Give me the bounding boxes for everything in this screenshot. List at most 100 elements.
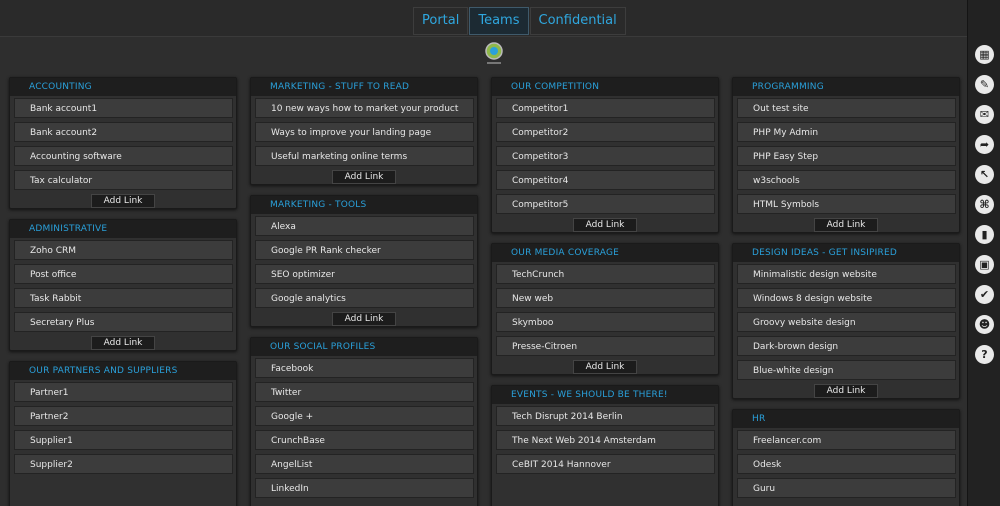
help-icon[interactable]: ?	[975, 345, 994, 364]
panel-hr: HR Freelancer.com Odesk Guru	[732, 409, 960, 506]
link-item[interactable]: PHP Easy Step	[737, 146, 956, 166]
panel-title: ACCOUNTING	[10, 78, 236, 96]
link-item[interactable]: Competitor5	[496, 194, 715, 214]
panel-body: Zoho CRM Post office Task Rabbit Secretary …	[10, 238, 236, 332]
edit-icon[interactable]: ✎	[975, 75, 994, 94]
link-item[interactable]: CeBIT 2014 Hannover	[496, 454, 715, 474]
panel-title: PROGRAMMING	[733, 78, 959, 96]
link-item[interactable]: Windows 8 design website	[737, 288, 956, 308]
link-item[interactable]: Skymboo	[496, 312, 715, 332]
link-item[interactable]: New web	[496, 288, 715, 308]
link-item[interactable]: Freelancer.com	[737, 430, 956, 450]
link-item[interactable]: AngelList	[255, 454, 474, 474]
panel-body: 10 new ways how to market your product Wa…	[251, 96, 477, 166]
panel-title: DESIGN IDEAS - GET INSIPIRED	[733, 244, 959, 262]
panel-accounting: ACCOUNTING Bank account1 Bank account2 Acco…	[9, 77, 237, 209]
link-item[interactable]: Dark-brown design	[737, 336, 956, 356]
check-icon[interactable]: ✔	[975, 285, 994, 304]
share-icon[interactable]: ➦	[975, 135, 994, 154]
link-item[interactable]: Competitor2	[496, 122, 715, 142]
link-item[interactable]: HTML Symbols	[737, 194, 956, 214]
add-link-button[interactable]: Add Link	[91, 336, 155, 350]
main-area: Portal Teams Confidential ACCOUNTING Bank a…	[0, 0, 967, 506]
link-item[interactable]: Out test site	[737, 98, 956, 118]
panel-body: Tech Disrupt 2014 Berlin The Next Web 201…	[492, 404, 718, 474]
link-item[interactable]: Guru	[737, 478, 956, 498]
panel-programming: PROGRAMMING Out test site PHP My Admin PHP …	[732, 77, 960, 233]
link-item[interactable]: Blue-white design	[737, 360, 956, 380]
panel-body: Facebook Twitter Google + CrunchBase AngelLi…	[251, 356, 477, 498]
link-item[interactable]: Facebook	[255, 358, 474, 378]
add-link-button[interactable]: Add Link	[814, 218, 878, 232]
link-item[interactable]: Google +	[255, 406, 474, 426]
link-item[interactable]: Minimalistic design website	[737, 264, 956, 284]
panel-body: Out test site PHP My Admin PHP Easy Step w3…	[733, 96, 959, 214]
link-item[interactable]: Bank account2	[14, 122, 233, 142]
link-item[interactable]: Competitor4	[496, 170, 715, 190]
link-item[interactable]: Groovy website design	[737, 312, 956, 332]
link-item[interactable]: The Next Web 2014 Amsterdam	[496, 430, 715, 450]
link-item[interactable]: Zoho CRM	[14, 240, 233, 260]
tab-teams[interactable]: Teams	[469, 7, 529, 35]
link-item[interactable]: 10 new ways how to market your product	[255, 98, 474, 118]
link-item[interactable]: Useful marketing online terms	[255, 146, 474, 166]
link-item[interactable]: Ways to improve your landing page	[255, 122, 474, 142]
panel-events-we-should-be-there: EVENTS - WE SHOULD BE THERE! Tech Disrupt…	[491, 385, 719, 506]
panel-body: Partner1 Partner2 Supplier1 Supplier2	[10, 380, 236, 474]
tab-portal[interactable]: Portal	[413, 7, 469, 35]
cursor-icon[interactable]: ↖	[975, 165, 994, 184]
link-item[interactable]: Supplier1	[14, 430, 233, 450]
link-item[interactable]: Supplier2	[14, 454, 233, 474]
panel-title: ADMINISTRATIVE	[10, 220, 236, 238]
user-icon[interactable]: ☻	[975, 315, 994, 334]
panel-title: OUR SOCIAL PROFILES	[251, 338, 477, 356]
logo-icon	[485, 42, 503, 64]
tab-confidential[interactable]: Confidential	[529, 7, 626, 35]
link-item[interactable]: w3schools	[737, 170, 956, 190]
add-link-button[interactable]: Add Link	[573, 360, 637, 374]
panel-title: EVENTS - WE SHOULD BE THERE!	[492, 386, 718, 404]
link-item[interactable]: Presse-Citroen	[496, 336, 715, 356]
link-item[interactable]: Odesk	[737, 454, 956, 474]
add-link-button[interactable]: Add Link	[332, 312, 396, 326]
link-item[interactable]: Twitter	[255, 382, 474, 402]
panel-title: OUR PARTNERS AND SUPPLIERS	[10, 362, 236, 380]
link-item[interactable]: Post office	[14, 264, 233, 284]
link-item[interactable]: Tech Disrupt 2014 Berlin	[496, 406, 715, 426]
box-icon[interactable]: ▣	[975, 255, 994, 274]
link-item[interactable]: Secretary Plus	[14, 312, 233, 332]
add-link-button[interactable]: Add Link	[91, 194, 155, 208]
link-item[interactable]: Google PR Rank checker	[255, 240, 474, 260]
link-item[interactable]: PHP My Admin	[737, 122, 956, 142]
panel-our-partners-and-suppliers: OUR PARTNERS AND SUPPLIERS Partner1 Partne…	[9, 361, 237, 506]
link-item[interactable]: Accounting software	[14, 146, 233, 166]
panel-body: Bank account1 Bank account2 Accounting sof…	[10, 96, 236, 190]
add-link-button[interactable]: Add Link	[573, 218, 637, 232]
panel-our-media-coverage: OUR MEDIA COVERAGE TechCrunch New web Skymb…	[491, 243, 719, 375]
link-item[interactable]: SEO optimizer	[255, 264, 474, 284]
link-item[interactable]: Google analytics	[255, 288, 474, 308]
link-item[interactable]: Bank account1	[14, 98, 233, 118]
link-item[interactable]: Alexa	[255, 216, 474, 236]
link-item[interactable]: LinkedIn	[255, 478, 474, 498]
panel-title: OUR COMPETITION	[492, 78, 718, 96]
add-link-button[interactable]: Add Link	[814, 384, 878, 398]
panel-title: OUR MEDIA COVERAGE	[492, 244, 718, 262]
link-item[interactable]: Partner2	[14, 406, 233, 426]
tab-bar: Portal Teams Confidential	[413, 7, 627, 35]
link-item[interactable]: Partner1	[14, 382, 233, 402]
panel-our-competition: OUR COMPETITION Competitor1 Competitor2 Com…	[491, 77, 719, 233]
link-item[interactable]: TechCrunch	[496, 264, 715, 284]
chart-icon[interactable]: ▮	[975, 225, 994, 244]
grid-icon[interactable]: ▦	[975, 45, 994, 64]
mail-icon[interactable]: ✉	[975, 105, 994, 124]
panel-body: Competitor1 Competitor2 Competitor3 Competi…	[492, 96, 718, 214]
add-link-button[interactable]: Add Link	[332, 170, 396, 184]
link-item[interactable]: CrunchBase	[255, 430, 474, 450]
link-item[interactable]: Task Rabbit	[14, 288, 233, 308]
link-item[interactable]: Competitor3	[496, 146, 715, 166]
link-item[interactable]: Competitor1	[496, 98, 715, 118]
link-item[interactable]: Tax calculator	[14, 170, 233, 190]
network-icon[interactable]: ⌘	[975, 195, 994, 214]
panel-body: Freelancer.com Odesk Guru	[733, 428, 959, 498]
